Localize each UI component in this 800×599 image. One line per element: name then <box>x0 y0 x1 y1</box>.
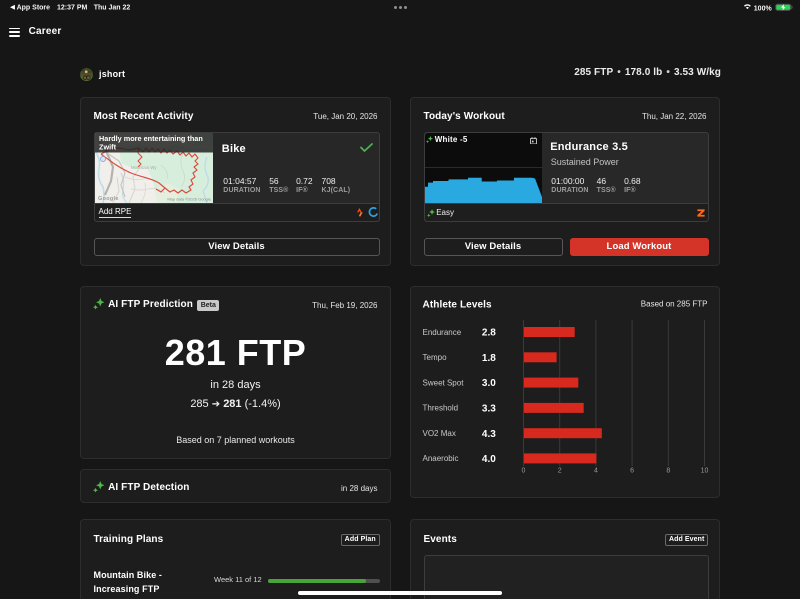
svg-text:4.0: 4.0 <box>482 454 496 465</box>
svg-text:10: 10 <box>701 468 709 475</box>
svg-text:Map data ©2026 Google: Map data ©2026 Google <box>167 197 211 202</box>
svg-text:Google: Google <box>98 196 119 202</box>
svg-text:Athlete Levels: Athlete Levels <box>423 299 493 310</box>
svg-text:Zwift: Zwift <box>99 143 117 152</box>
svg-text:3.3: 3.3 <box>482 404 496 415</box>
svg-text:Threshold: Threshold <box>423 404 459 413</box>
svg-text:2: 2 <box>558 468 562 475</box>
svg-text:Tempo: Tempo <box>423 353 448 362</box>
svg-text:VO2 Max: VO2 Max <box>423 429 456 438</box>
svg-text:2.8: 2.8 <box>482 328 496 339</box>
svg-text:Thu Jan 22: Thu Jan 22 <box>94 5 131 12</box>
svg-text:4: 4 <box>594 468 598 475</box>
svg-text:0: 0 <box>522 468 526 475</box>
svg-text:Mountain Wy: Mountain Wy <box>131 165 157 170</box>
svg-text:4.3: 4.3 <box>482 429 496 440</box>
svg-text:Endurance: Endurance <box>423 328 462 337</box>
svg-text:Sweet Spot: Sweet Spot <box>423 378 465 387</box>
svg-text:8: 8 <box>666 468 670 475</box>
svg-text:6: 6 <box>630 468 634 475</box>
svg-text:Anaerobic: Anaerobic <box>423 454 459 463</box>
svg-text:Based on 285 FTP: Based on 285 FTP <box>641 300 708 309</box>
svg-text:3.0: 3.0 <box>482 378 496 389</box>
svg-text:100%: 100% <box>754 5 773 12</box>
svg-text:12:37 PM: 12:37 PM <box>57 5 88 12</box>
svg-text:App Store: App Store <box>17 5 51 12</box>
svg-text:1.8: 1.8 <box>482 353 496 364</box>
